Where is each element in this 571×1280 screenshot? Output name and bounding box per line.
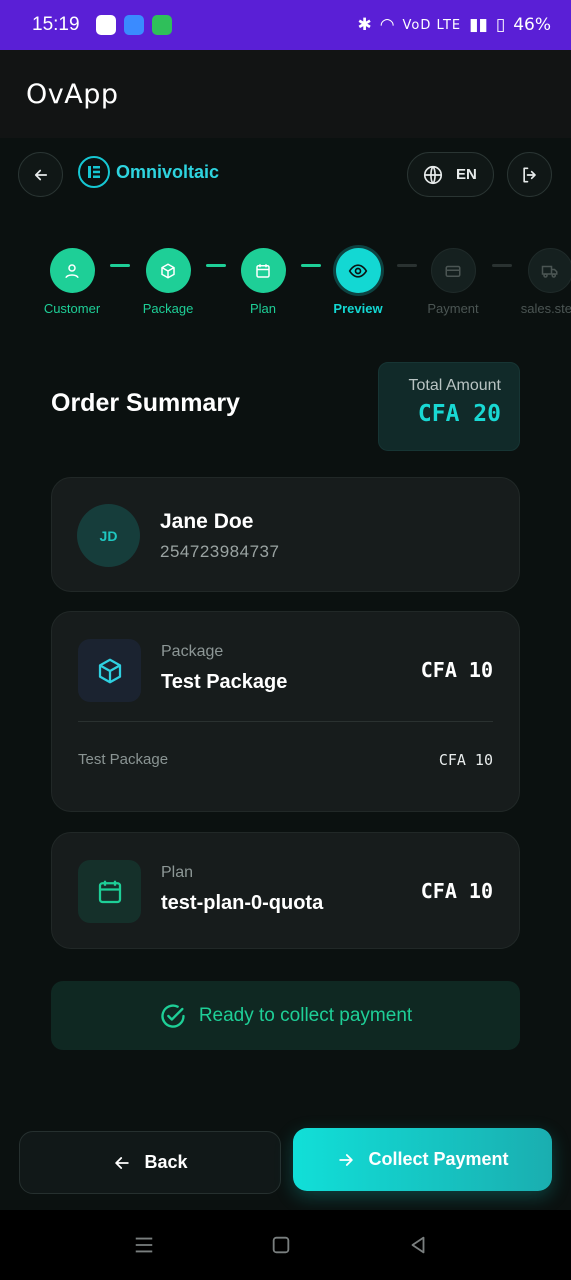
arrow-left-icon xyxy=(34,169,47,180)
plan-kicker: Plan xyxy=(161,864,194,881)
package-price: CFA 10 xyxy=(420,658,493,682)
step-package-dot xyxy=(145,248,191,293)
header-back-button[interactable] xyxy=(18,152,63,197)
plan-price: CFA 10 xyxy=(420,879,493,903)
logout-icon xyxy=(522,167,536,182)
plan-name: test-plan-0-quota xyxy=(161,892,324,914)
step-payment-dot xyxy=(430,248,476,293)
step-package[interactable]: Package xyxy=(118,240,218,316)
step-label: Customer xyxy=(43,301,101,316)
total-amount-label: Total Amount xyxy=(408,377,502,394)
brand: Omnivoltaic xyxy=(78,156,219,188)
credit-card-icon xyxy=(445,265,461,277)
arrow-right-icon xyxy=(339,1153,354,1166)
language-code: EN xyxy=(456,166,477,183)
step-customer[interactable]: Customer xyxy=(22,240,122,316)
line-item-price: CFA 10 xyxy=(438,751,493,769)
status-time: 15:19 xyxy=(32,14,80,35)
box-icon xyxy=(98,658,121,683)
total-amount-box: Total Amount CFA 20 xyxy=(378,362,520,451)
page-title: Order Summary xyxy=(51,389,240,417)
wifi-icon: ◠ xyxy=(379,15,395,35)
menu-icon[interactable] xyxy=(133,1234,155,1256)
network-label: VoD LTE xyxy=(402,17,462,33)
eye-icon xyxy=(348,263,368,278)
step-label: Package xyxy=(142,301,194,316)
checkout-stepper: Customer Package Plan Preview Payment sa… xyxy=(0,240,571,330)
user-icon xyxy=(65,263,79,278)
arrow-left-icon xyxy=(115,1156,130,1169)
back-nav-icon[interactable] xyxy=(407,1234,429,1256)
bluetooth-icon: ✱ xyxy=(357,15,372,35)
package-card: Package Test Package CFA 10 Test Package… xyxy=(51,611,520,812)
step-label: sales.step xyxy=(520,301,571,316)
collect-payment-label: Collect Payment xyxy=(368,1149,509,1169)
plan-card: Plan test-plan-0-quota CFA 10 xyxy=(51,832,520,949)
avatar: JD xyxy=(77,504,140,567)
globe-icon xyxy=(423,165,443,184)
system-nav-bar xyxy=(0,1210,571,1280)
notification-browser-icon xyxy=(123,15,144,35)
step-plan[interactable]: Plan xyxy=(213,240,313,316)
signal-icon: ▮▮ xyxy=(469,15,488,35)
step-sales[interactable]: sales.step xyxy=(500,240,571,316)
step-preview[interactable]: Preview xyxy=(308,240,408,316)
calendar-icon xyxy=(98,880,121,903)
page-header: Omnivoltaic EN xyxy=(0,138,571,210)
step-payment[interactable]: Payment xyxy=(403,240,503,316)
notification-app-icon xyxy=(95,15,116,35)
plan-icon-box xyxy=(78,860,141,923)
step-plan-dot xyxy=(240,248,286,293)
step-label: Plan xyxy=(249,301,277,316)
step-customer-dot xyxy=(49,248,95,293)
step-sales-dot xyxy=(527,248,571,293)
language-selector[interactable]: EN xyxy=(407,152,494,197)
package-icon-box xyxy=(78,639,141,702)
divider xyxy=(78,721,493,722)
customer-phone: 254723984737 xyxy=(160,542,280,561)
collect-payment-button[interactable]: Collect Payment xyxy=(293,1128,552,1191)
step-label: Payment xyxy=(427,301,479,316)
customer-name: Jane Doe xyxy=(160,510,254,533)
calendar-icon xyxy=(256,263,270,278)
brand-logo-icon xyxy=(78,156,110,188)
total-amount-value: CFA 20 xyxy=(417,401,501,427)
step-label: Preview xyxy=(333,301,383,316)
customer-card: JD Jane Doe 254723984737 xyxy=(51,477,520,592)
battery-icon: ▯ xyxy=(495,15,506,35)
box-icon xyxy=(161,263,175,278)
home-icon[interactable] xyxy=(270,1234,292,1256)
battery-percent: 46% xyxy=(513,15,551,35)
logout-button[interactable] xyxy=(507,152,552,197)
back-button[interactable]: Back xyxy=(19,1131,281,1194)
brand-name: Omnivoltaic xyxy=(116,161,220,182)
step-preview-dot xyxy=(335,248,381,293)
back-button-label: Back xyxy=(144,1152,188,1172)
notification-icons xyxy=(95,15,172,35)
package-name: Test Package xyxy=(161,671,288,693)
truck-icon xyxy=(541,265,558,278)
payment-ready-text: Ready to collect payment xyxy=(198,1004,413,1026)
app-bar: OvApp xyxy=(0,50,571,138)
line-item-name: Test Package xyxy=(78,751,169,768)
notification-shield-icon xyxy=(151,15,172,35)
payment-ready-banner: Ready to collect payment xyxy=(51,981,520,1050)
app-title: OvApp xyxy=(26,78,119,110)
check-circle-icon xyxy=(161,1003,185,1028)
system-status-bar: 15:19 ✱ ◠ VoD LTE ▮▮ ▯ 46% xyxy=(0,0,571,50)
package-kicker: Package xyxy=(161,643,224,660)
